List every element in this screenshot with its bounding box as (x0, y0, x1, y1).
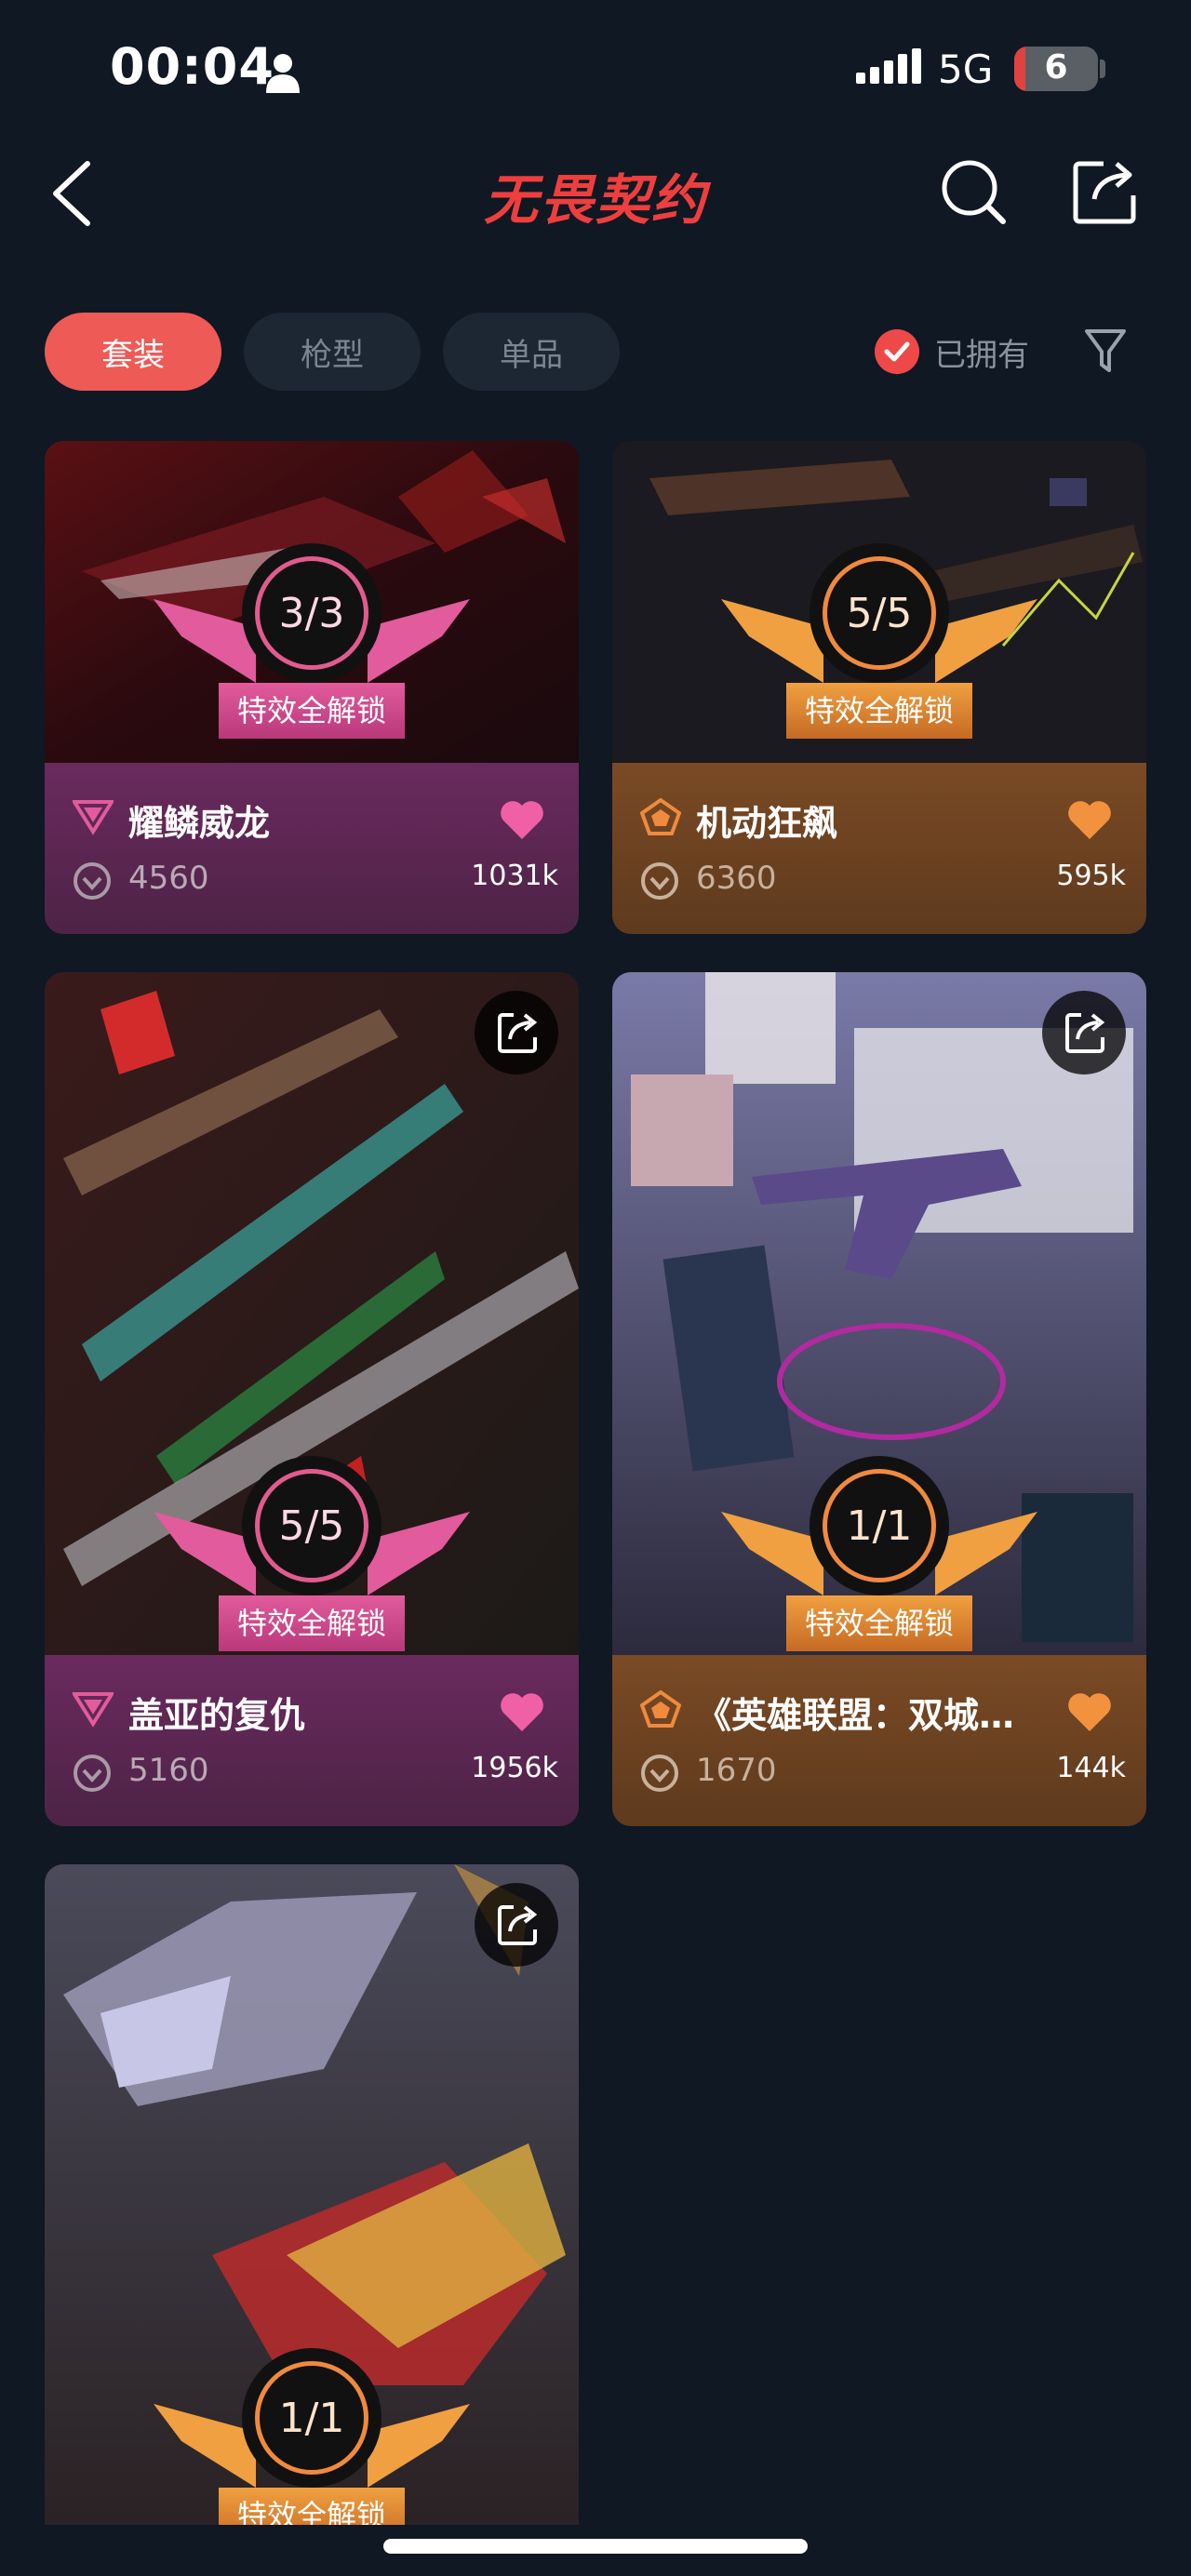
unlock-badge: 1/1 特效全解锁 (154, 2348, 470, 2525)
coin-icon (641, 862, 678, 900)
tab-items[interactable]: 单品 (443, 313, 620, 391)
suit-likes: 595k (1056, 860, 1126, 892)
suit-card[interactable]: 5/5 特效全解锁 盖亚的复仇 5160 1956k (45, 972, 579, 1826)
rarity-triangle-icon (73, 1692, 114, 1728)
unlock-label: 特效全解锁 (219, 683, 405, 739)
suit-likes: 1956k (471, 1752, 558, 1784)
share-icon[interactable] (1070, 156, 1141, 227)
unlock-count: 1/1 (823, 1469, 936, 1582)
suit-name: 盖亚的复仇 (128, 1695, 306, 1736)
unlock-count: 5/5 (255, 1469, 368, 1582)
coin-icon (74, 1755, 111, 1792)
suit-card[interactable]: 5/5 特效全解锁 机动狂飙 6360 595k (612, 441, 1146, 934)
rarity-pentagon-icon (640, 798, 681, 835)
unlock-label: 特效全解锁 (219, 1595, 405, 1651)
share-icon[interactable] (1042, 991, 1126, 1074)
tab-gun-types[interactable]: 枪型 (244, 313, 421, 391)
status-time: 00:04 (110, 37, 274, 96)
suit-price: 5160 (128, 1752, 209, 1789)
unlock-badge: 5/5 特效全解锁 (721, 543, 1037, 757)
unlock-count: 5/5 (823, 556, 936, 670)
unlock-label: 特效全解锁 (786, 683, 972, 739)
coin-icon (74, 862, 111, 900)
filter-icon[interactable] (1083, 326, 1128, 376)
suit-name: 《英雄联盟：双城… (696, 1695, 1015, 1736)
home-indicator[interactable] (383, 2539, 808, 2554)
rarity-pentagon-icon (640, 1690, 681, 1728)
suit-name: 耀鳞威龙 (128, 803, 271, 844)
owned-checkbox-icon[interactable] (875, 329, 919, 374)
heart-icon[interactable] (1066, 800, 1113, 841)
heart-icon[interactable] (499, 1692, 545, 1733)
unlock-badge: 1/1 特效全解锁 (721, 1456, 1037, 1670)
tab-suits[interactable]: 套装 (45, 313, 221, 391)
battery-level: 6 (1044, 48, 1068, 87)
share-icon[interactable] (475, 1883, 558, 1967)
suit-price: 1670 (696, 1752, 777, 1789)
suit-name: 机动狂飙 (696, 803, 838, 844)
suit-price: 4560 (128, 860, 209, 897)
rarity-triangle-icon (73, 800, 114, 835)
suit-card[interactable]: 3/3 特效全解锁 耀鳞威龙 4560 1031k (45, 441, 579, 934)
suit-card[interactable]: 1/1 特效全解锁 (45, 1864, 579, 2525)
unlock-badge: 3/3 特效全解锁 (154, 543, 470, 757)
unlock-count: 3/3 (255, 556, 368, 670)
signal-icon (856, 48, 921, 84)
suit-card[interactable]: 1/1 特效全解锁 《英雄联盟：双城… 1670 144k (612, 972, 1146, 1826)
suit-likes: 1031k (471, 860, 558, 892)
page-title: 无畏契约 (483, 168, 707, 232)
heart-icon[interactable] (499, 800, 545, 841)
battery-icon: 6 (1014, 47, 1098, 91)
unlock-label: 特效全解锁 (786, 1595, 972, 1651)
battery-cap (1100, 60, 1105, 78)
owned-filter-label[interactable]: 已拥有 (934, 329, 1029, 375)
unlock-badge: 5/5 特效全解锁 (154, 1456, 470, 1670)
coin-icon (641, 1755, 678, 1792)
unlock-label: 特效全解锁 (219, 2488, 405, 2525)
search-icon[interactable] (940, 158, 1007, 225)
share-icon[interactable] (475, 991, 558, 1074)
suit-likes: 144k (1056, 1752, 1126, 1784)
heart-icon[interactable] (1066, 1692, 1113, 1733)
network-type: 5G (938, 47, 994, 92)
unlock-count: 1/1 (255, 2361, 368, 2475)
suit-price: 6360 (696, 860, 777, 897)
person-icon (266, 54, 300, 93)
